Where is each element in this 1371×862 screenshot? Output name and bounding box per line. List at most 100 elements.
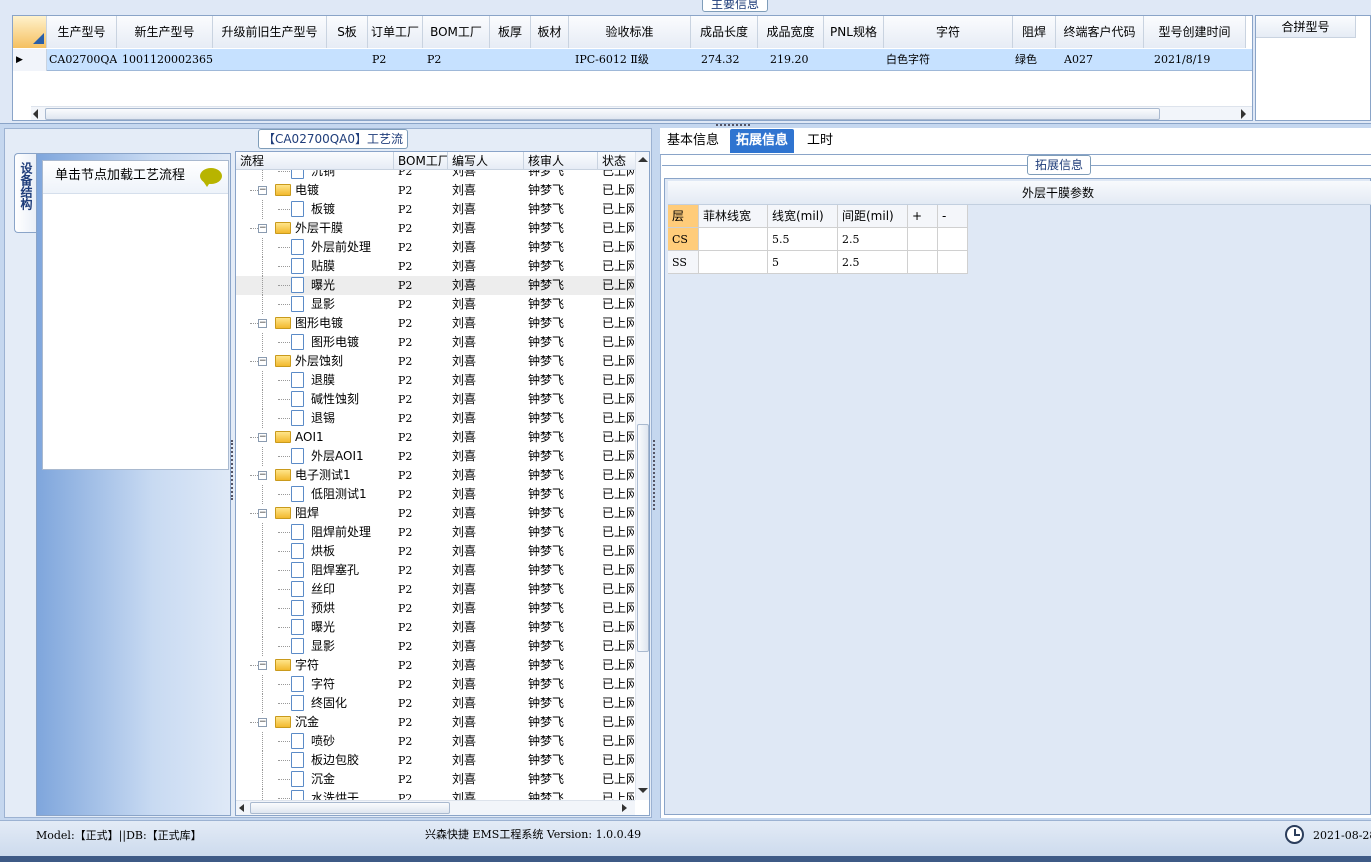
tree-row[interactable]: 水洗烘干 P2 刘喜 钟梦飞 已上网: [236, 789, 636, 800]
main-horizontal-scrollbar[interactable]: [31, 106, 1252, 120]
column-header[interactable]: 订单工厂: [368, 16, 423, 48]
tree-row[interactable]: 显影 P2 刘喜 钟梦飞 已上网: [236, 295, 636, 314]
collapse-toggle-icon[interactable]: −: [258, 471, 267, 480]
tree-vertical-scrollbar[interactable]: [635, 152, 649, 800]
cell-order-factory[interactable]: P2: [372, 49, 423, 71]
film-column-header[interactable]: 间距(mil): [838, 205, 908, 228]
column-header[interactable]: 阻焊: [1013, 16, 1056, 48]
tree-column-header[interactable]: 状态: [598, 152, 638, 170]
tree-row[interactable]: 阻焊塞孔 P2 刘喜 钟梦飞 已上网: [236, 561, 636, 580]
cell-character[interactable]: 白色字符: [886, 49, 1013, 71]
cell-standard[interactable]: IPC-6012 Ⅱ级: [575, 49, 691, 71]
collapse-toggle-icon[interactable]: −: [258, 509, 267, 518]
tree-hscroll-thumb[interactable]: [250, 802, 450, 814]
tree-row[interactable]: − 电子测试1 P2 刘喜 钟梦飞 已上网: [236, 466, 636, 485]
tree-vscroll-thumb[interactable]: [637, 424, 649, 652]
tree-row[interactable]: − 外层干膜 P2 刘喜 钟梦飞 已上网: [236, 219, 636, 238]
tree-row[interactable]: 板边包胶 P2 刘喜 钟梦飞 已上网: [236, 751, 636, 770]
scroll-left-arrow-icon[interactable]: [239, 804, 244, 812]
column-header[interactable]: 型号创建时间: [1144, 16, 1246, 48]
cell-created[interactable]: 2021/8/19: [1154, 49, 1246, 71]
tree-column-header[interactable]: 核审人: [524, 152, 598, 170]
tab-extended-info[interactable]: 拓展信息: [730, 129, 795, 153]
tree-row[interactable]: 低阻测试1 P2 刘喜 钟梦飞 已上网: [236, 485, 636, 504]
film-cell-remove[interactable]: [938, 228, 968, 251]
collapse-toggle-icon[interactable]: −: [258, 661, 267, 670]
tree-row[interactable]: 预烘 P2 刘喜 钟梦飞 已上网: [236, 599, 636, 618]
column-header[interactable]: 终端客户代码: [1056, 16, 1144, 48]
cell-thickness[interactable]: [494, 49, 531, 71]
film-cell-add[interactable]: [908, 228, 938, 251]
tree-row[interactable]: 退膜 P2 刘喜 钟梦飞 已上网: [236, 371, 636, 390]
collapse-toggle-icon[interactable]: −: [258, 186, 267, 195]
film-cell-spacing[interactable]: 2.5: [838, 228, 908, 251]
main-scroll-thumb[interactable]: [45, 108, 1160, 120]
tree-row[interactable]: 退锡 P2 刘喜 钟梦飞 已上网: [236, 409, 636, 428]
collapse-toggle-icon[interactable]: −: [258, 433, 267, 442]
tab-basic-info[interactable]: 基本信息: [661, 129, 725, 153]
tree-row[interactable]: 显影 P2 刘喜 钟梦飞 已上网: [236, 637, 636, 656]
tree-row[interactable]: − 沉金 P2 刘喜 钟梦飞 已上网: [236, 713, 636, 732]
cell-old-model[interactable]: [217, 49, 327, 71]
column-header[interactable]: 生产型号: [47, 16, 117, 48]
tree-column-header[interactable]: BOM工厂: [394, 152, 448, 170]
collapse-toggle-icon[interactable]: −: [258, 357, 267, 366]
film-column-header[interactable]: 线宽(mil): [768, 205, 838, 228]
column-header[interactable]: 验收标准: [569, 16, 691, 48]
film-column-header[interactable]: 层: [668, 205, 699, 228]
film-column-header[interactable]: +: [908, 205, 938, 228]
film-cell-spacing[interactable]: 2.5: [838, 251, 908, 274]
cell-new-production-model[interactable]: 10011200023651: [122, 49, 213, 71]
side-tab-equipment[interactable]: 设备结构: [14, 153, 38, 233]
film-cell-line-width[interactable]: 5: [768, 251, 838, 274]
collapse-toggle-icon[interactable]: −: [258, 718, 267, 727]
tree-row[interactable]: 板镀 P2 刘喜 钟梦飞 已上网: [236, 200, 636, 219]
cell-length[interactable]: 274.32: [701, 49, 758, 71]
column-header[interactable]: S板: [327, 16, 368, 48]
tree-row[interactable]: − AOI1 P2 刘喜 钟梦飞 已上网: [236, 428, 636, 447]
film-cell-add[interactable]: [908, 251, 938, 274]
cell-width[interactable]: 219.20: [770, 49, 824, 71]
tree-row[interactable]: − 电镀 P2 刘喜 钟梦飞 已上网: [236, 181, 636, 200]
tree-row[interactable]: 外层前处理 P2 刘喜 钟梦飞 已上网: [236, 238, 636, 257]
column-header[interactable]: 成品宽度: [758, 16, 824, 48]
tree-row[interactable]: 沉金 P2 刘喜 钟梦飞 已上网: [236, 770, 636, 789]
film-cell-layer[interactable]: CS: [668, 228, 699, 251]
scroll-right-arrow-icon[interactable]: [622, 804, 627, 812]
tree-row[interactable]: − 字符 P2 刘喜 钟梦飞 已上网: [236, 656, 636, 675]
scroll-left-arrow-icon[interactable]: [33, 109, 38, 119]
middle-splitter[interactable]: [653, 440, 657, 510]
film-cell-layer[interactable]: SS: [668, 251, 699, 274]
cell-s-board[interactable]: [331, 49, 368, 71]
scroll-down-arrow-icon[interactable]: [638, 788, 648, 793]
column-header[interactable]: PNL规格: [824, 16, 884, 48]
tree-horizontal-scrollbar[interactable]: [236, 800, 635, 815]
tree-row[interactable]: 曝光 P2 刘喜 钟梦飞 已上网: [236, 276, 636, 295]
cell-bom-factory[interactable]: P2: [427, 49, 490, 71]
collapse-toggle-icon[interactable]: −: [258, 224, 267, 233]
tree-row[interactable]: 终固化 P2 刘喜 钟梦飞 已上网: [236, 694, 636, 713]
tree-row[interactable]: 外层AOI1 P2 刘喜 钟梦飞 已上网: [236, 447, 636, 466]
tree-row[interactable]: 喷砂 P2 刘喜 钟梦飞 已上网: [236, 732, 636, 751]
film-cell-line-width[interactable]: 5.5: [768, 228, 838, 251]
tree-row[interactable]: 贴膜 P2 刘喜 钟梦飞 已上网: [236, 257, 636, 276]
tree-row[interactable]: 字符 P2 刘喜 钟梦飞 已上网: [236, 675, 636, 694]
tree-row[interactable]: 丝印 P2 刘喜 钟梦飞 已上网: [236, 580, 636, 599]
scroll-right-arrow-icon[interactable]: [1241, 109, 1246, 119]
tree-body[interactable]: 沉铜P2刘喜钟梦飞已上网−电镀P2刘喜钟梦飞已上网板镀P2刘喜钟梦飞已上网−外层…: [236, 170, 636, 800]
tree-row[interactable]: − 外层蚀刻 P2 刘喜 钟梦飞 已上网: [236, 352, 636, 371]
film-cell-film-width[interactable]: [699, 251, 768, 274]
column-header[interactable]: 新生产型号: [117, 16, 213, 48]
column-header[interactable]: BOM工厂: [423, 16, 490, 48]
cell-customer-code[interactable]: A027: [1064, 49, 1144, 71]
column-header[interactable]: 板材: [531, 16, 569, 48]
cell-solder-mask[interactable]: 绿色: [1015, 49, 1056, 71]
tree-row[interactable]: 沉铜 P2 刘喜 钟梦飞 已上网: [236, 170, 636, 181]
tree-row[interactable]: 图形电镀 P2 刘喜 钟梦飞 已上网: [236, 333, 636, 352]
tree-row[interactable]: 曝光 P2 刘喜 钟梦飞 已上网: [236, 618, 636, 637]
tree-row[interactable]: − 阻焊 P2 刘喜 钟梦飞 已上网: [236, 504, 636, 523]
tree-row[interactable]: − 图形电镀 P2 刘喜 钟梦飞 已上网: [236, 314, 636, 333]
film-cell-remove[interactable]: [938, 251, 968, 274]
cell-production-model[interactable]: CA02700QA0: [49, 49, 117, 71]
column-header[interactable]: 字符: [884, 16, 1013, 48]
